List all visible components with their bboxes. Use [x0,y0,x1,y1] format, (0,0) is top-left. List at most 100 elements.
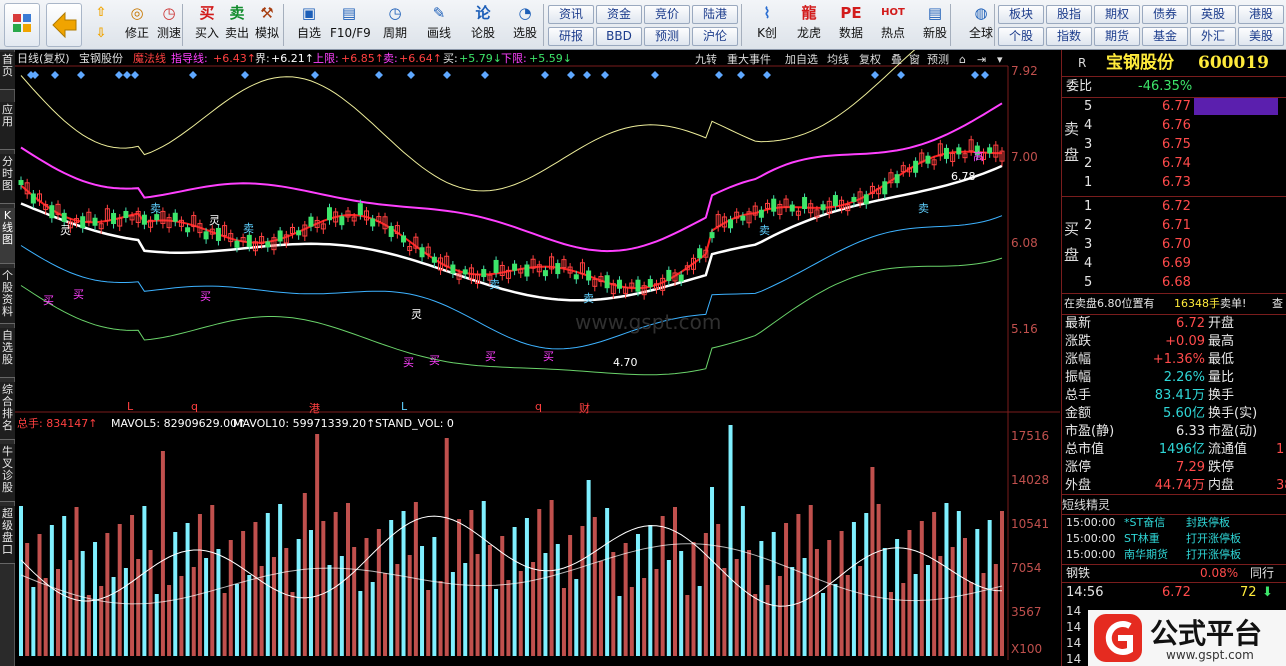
toolbar-button-7[interactable]: ◷ 周期 [376,2,414,48]
volume-bar [457,519,462,656]
quick-button[interactable]: 英股 [1190,5,1236,24]
toolbar-button-8[interactable]: ✎ 画线 [420,2,458,48]
toolbar-icon: PE [840,4,862,22]
quick-button[interactable]: 期权 [1094,5,1140,24]
big-order-notice[interactable]: 在卖盘6.80位置有 16348手 卖单! 查 [1062,295,1286,313]
quick-button[interactable]: 研报 [548,27,594,46]
quick-button[interactable]: 港股 [1238,5,1284,24]
buy-level-row[interactable]: 5 6.68 [1062,274,1286,292]
buy-level-row[interactable]: 1 6.72 [1062,198,1286,216]
chart-tool-button[interactable]: 加自选 [785,52,818,68]
toolbar-button-10[interactable]: ◔ 选股 [506,2,544,48]
toolbar-button-5[interactable]: ▣ 自选 [290,2,328,48]
notice-check[interactable]: 查 [1272,295,1283,313]
quote-stat-row: 涨幅 +1.36% 最低 [1062,351,1286,369]
elf-row[interactable]: 15:00:00 *ST奋信 封跌停板 [1062,515,1286,531]
left-tab[interactable]: 自选股 [0,328,15,378]
stat-label-right: 量比 [1208,370,1235,385]
toolbar-button-13[interactable]: PE 数据 [832,2,870,48]
toolbar-button-11[interactable]: ⌇ K创 [748,2,786,48]
volume-bar [241,531,246,656]
page-up-down-button[interactable]: ⇧ ⇩ [88,2,114,48]
chart-tool-button[interactable]: ⌂ [959,52,966,68]
divider [1062,293,1286,294]
back-button[interactable] [46,3,82,47]
quick-button[interactable]: 个股 [998,27,1044,46]
elf-row[interactable]: 15:00:00 南华期货 打开涨停板 [1062,547,1286,563]
chart-tool-button[interactable]: ▾ [997,52,1003,68]
toolbar-label: 自选 [296,26,321,40]
buy-level-row[interactable]: 4 6.69 [1062,255,1286,273]
left-tab[interactable]: 分时图 [0,154,15,204]
quick-button[interactable]: 股指 [1046,5,1092,24]
volume-bar [703,533,708,656]
toolbar-button-9[interactable]: 论论股 [464,2,502,48]
left-tab[interactable]: 首页 [0,52,15,90]
left-tab[interactable]: 个股资料 [0,268,15,324]
quick-button[interactable]: 指数 [1046,27,1092,46]
volume-bar [93,542,98,656]
left-tab[interactable]: 应用 [0,102,15,150]
elf-time: 15:00:00 [1066,548,1116,561]
toolbar-button-15[interactable]: ▤ 新股 [916,2,954,48]
toolbar-button-6[interactable]: ▤ F10/F9 [330,2,371,48]
chart-tool-button[interactable]: 叠 [891,52,902,68]
volume-bar [1000,511,1004,656]
candle-body [666,269,672,281]
quick-button[interactable]: 资讯 [548,5,594,24]
quick-button[interactable]: 外汇 [1190,27,1236,46]
quick-button[interactable]: 陆港 [692,5,738,24]
quick-button[interactable]: 资金 [596,5,642,24]
industry-row[interactable]: 钢铁 0.08% 同行 [1062,564,1286,582]
buy-level-row[interactable]: 2 6.71 [1062,217,1286,235]
toolbar-icon: ▤ [341,4,357,22]
volume-bar [469,510,474,656]
volume-bar [814,549,819,656]
chart-tool-button[interactable]: ⇥ [977,52,986,68]
toolbar-button-14[interactable]: HOT 热点 [874,2,912,48]
quick-button[interactable]: 基金 [1142,27,1188,46]
candle-body [925,155,931,164]
toolbar-button-12[interactable]: 龍龙虎 [790,2,828,48]
candle-body [18,180,24,186]
left-tab[interactable]: 牛叉诊股 [0,444,15,502]
stat-label-right: 换手(实) [1208,406,1258,421]
toolbar-label: 龙虎 [796,26,821,40]
buy-level-row[interactable]: 3 6.70 [1062,236,1286,254]
sell-level-row[interactable]: 2 6.74 [1062,155,1286,173]
toolbar-button-4[interactable]: ⚒ 模拟 [248,2,286,48]
quick-button[interactable]: 美股 [1238,27,1284,46]
stat-label-right: 最低 [1208,352,1235,367]
volume-bar [938,556,943,656]
left-tab[interactable]: 超级盘口 [0,506,15,564]
stat-label: 振幅 [1065,370,1092,385]
quick-button[interactable]: 债券 [1142,5,1188,24]
chart-tool-button[interactable]: 重大事件 [727,52,771,68]
elf-row[interactable]: 15:00:00 ST林重 打开涨停板 [1062,531,1286,547]
quick-button[interactable]: BBD [596,27,642,46]
sell-level-row[interactable]: 1 6.73 [1062,174,1286,192]
volume-bar [247,575,252,656]
quick-button[interactable]: 期货 [1094,27,1140,46]
quick-button[interactable]: 竞价 [644,5,690,24]
quick-button[interactable]: 预测 [644,27,690,46]
kline-chart-svg[interactable] [15,50,1060,660]
home-grid-button[interactable] [4,3,40,47]
elf-time: 15:00:00 [1066,532,1116,545]
chart-signal-marker: 灵 [209,214,220,227]
left-tab[interactable]: K线图 [0,208,15,264]
quick-button[interactable]: 板块 [998,5,1044,24]
chart-tool-button[interactable]: 九转 [695,52,717,68]
left-tab[interactable]: 综合排名 [0,382,15,440]
chart-tool-button[interactable]: 窗 [909,52,920,68]
chart-tool-button[interactable]: 预测 [927,52,949,68]
sell-level-row[interactable]: 3 6.75 [1062,136,1286,154]
chart-tool-button[interactable]: 复权 [859,52,881,68]
chart-tool-button[interactable]: 均线 [827,52,849,68]
sell-level-row[interactable]: 5 6.77 [1062,98,1286,116]
kline-chart-area[interactable]: 日线(复权) 宝钢股份 魔法线 指导线: +6.43↑ 界: +6.21↑ 上限: +6.85↑… [15,50,1060,660]
chart-signal-marker: q [535,400,542,413]
sell-level-row[interactable]: 4 6.76 [1062,117,1286,135]
quick-button[interactable]: 沪伦 [692,27,738,46]
buy-level: 3 [1084,237,1093,252]
